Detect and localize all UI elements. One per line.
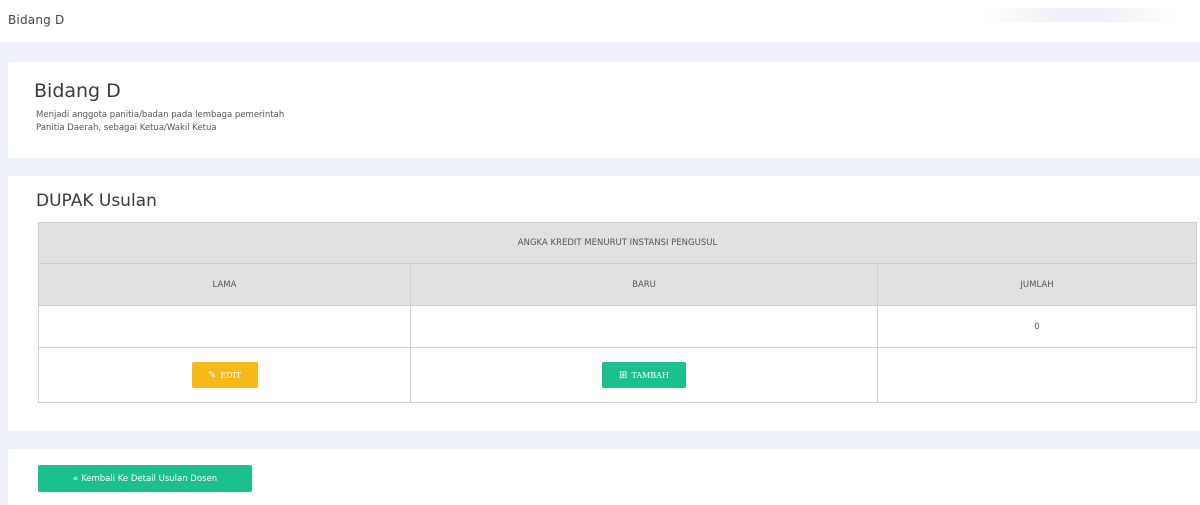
header-shade [980,8,1180,22]
top-breadcrumb-bar: Bidang D [0,0,1200,42]
breadcrumb: Bidang D [8,13,65,27]
dupak-table: ANGKA KREDIT MENURUT INSTANSI PENGUSUL L… [38,222,1197,403]
header-baru: BARU [410,263,878,306]
back-button-label: Kembali Ke Detail Usulan Dosen [81,473,218,484]
cell-baru [410,305,878,348]
info-description-line-2: Panitia Daerah, sebagai Ketua/Wakil Ketu… [36,123,217,133]
cell-empty-action [877,347,1197,403]
table-row: 0 [38,305,1197,348]
info-description-line-1: Menjadi anggota panitia/badan pada lemba… [36,110,285,120]
cell-edit-action: ✎ EDIT [38,347,411,403]
edit-button[interactable]: ✎ EDIT [191,362,258,388]
edit-icon: ✎ [207,369,217,381]
double-chevron-left-icon: « [72,473,79,484]
info-card: Bidang D Menjadi anggota panitia/badan p… [8,62,1200,158]
info-title: Bidang D [34,80,121,102]
plus-square-icon: ⊞ [619,369,628,381]
tambah-button-label: TAMBAH [631,370,669,380]
dupak-card: DUPAK Usulan ANGKA KREDIT MENURUT INSTAN… [8,176,1200,431]
header-angka-kredit: ANGKA KREDIT MENURUT INSTANSI PENGUSUL [38,222,1197,264]
header-jumlah: JUMLAH [877,263,1197,306]
cell-tambah-action: ⊞ TAMBAH [410,347,878,403]
footer-card: « Kembali Ke Detail Usulan Dosen [8,449,1200,505]
table-action-row: ✎ EDIT ⊞ TAMBAH [38,347,1197,403]
tambah-button[interactable]: ⊞ TAMBAH [602,362,686,388]
cell-jumlah: 0 [877,305,1197,348]
edit-button-label: EDIT [220,370,242,380]
back-to-detail-button[interactable]: « Kembali Ke Detail Usulan Dosen [38,465,252,492]
dupak-title: DUPAK Usulan [36,191,157,211]
header-lama: LAMA [38,263,411,306]
cell-lama [38,305,411,348]
